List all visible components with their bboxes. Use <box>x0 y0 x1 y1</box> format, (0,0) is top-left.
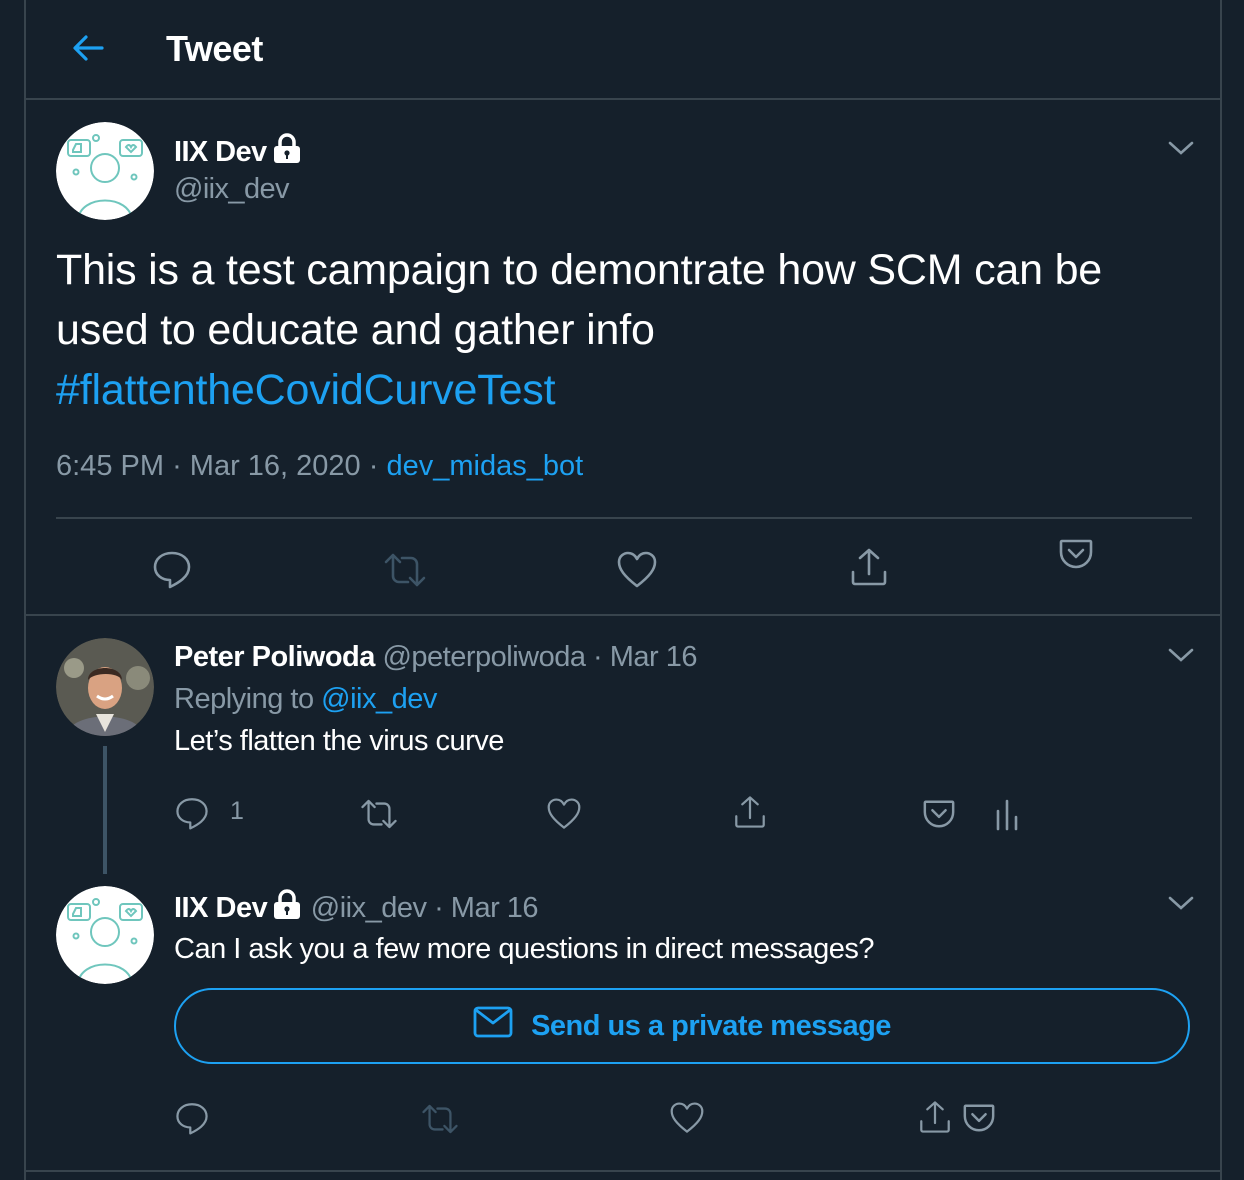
like-icon[interactable] <box>669 1101 705 1140</box>
retweet-icon[interactable] <box>420 1101 460 1142</box>
meta-dot: · <box>434 892 444 924</box>
back-arrow-icon[interactable] <box>68 28 108 68</box>
reply2-text: Can I ask you a few more questions in di… <box>174 933 874 965</box>
meta-dot: · <box>368 450 379 482</box>
author-name[interactable]: IIX Dev <box>174 133 303 171</box>
reply1-date[interactable]: Mar 16 <box>610 641 698 673</box>
reply2-author-handle[interactable]: @iix_dev <box>311 892 427 924</box>
reply1-author-name[interactable]: Peter Poliwoda <box>174 641 375 673</box>
author-name-text[interactable]: IIX Dev <box>174 136 267 168</box>
avatar[interactable] <box>56 638 154 736</box>
tweet-meta: 6:45 PM · Mar 16, 2020 · dev_midas_bot <box>56 450 583 483</box>
send-private-message-label: Send us a private message <box>531 1009 891 1042</box>
page-title: Tweet <box>166 28 263 69</box>
pocket-icon[interactable] <box>1058 536 1094 577</box>
replying-to: Replying to @iix_dev <box>174 683 437 716</box>
lock-icon <box>271 889 303 927</box>
avatar[interactable] <box>56 122 154 220</box>
tweet-source-link[interactable]: dev_midas_bot <box>386 450 583 482</box>
share-icon[interactable] <box>732 794 768 835</box>
tweet-text: This is a test campaign to demontrate ho… <box>56 240 1206 420</box>
reply2-author-name[interactable]: IIX Dev <box>174 892 268 924</box>
reply1-header: Peter Poliwoda @peterpoliwoda · Mar 16 <box>174 641 698 674</box>
share-icon[interactable] <box>917 1099 953 1140</box>
like-icon[interactable] <box>616 550 658 595</box>
reply-icon[interactable] <box>174 1100 210 1141</box>
hashtag-link[interactable]: #flattentheCovidCurveTest <box>56 366 556 414</box>
reply1-text: Let’s flatten the virus curve <box>174 725 504 757</box>
replying-to-link[interactable]: @iix_dev <box>321 683 437 715</box>
analytics-icon[interactable] <box>994 797 1020 836</box>
reply-icon[interactable] <box>151 548 193 595</box>
meta-dot: · <box>172 450 182 482</box>
divider <box>26 614 1220 616</box>
reply-icon[interactable] <box>174 795 210 836</box>
replying-to-label: Replying to <box>174 683 314 715</box>
lock-icon <box>271 133 303 171</box>
tweet-date[interactable]: Mar 16, 2020 <box>190 450 361 482</box>
chevron-down-icon[interactable] <box>1166 645 1196 665</box>
mail-icon <box>473 1006 513 1046</box>
retweet-icon[interactable] <box>382 550 428 595</box>
page-header: Tweet <box>26 0 1220 100</box>
chevron-down-icon[interactable] <box>1166 893 1196 913</box>
pocket-icon[interactable] <box>962 1101 996 1140</box>
chevron-down-icon[interactable] <box>1166 138 1196 158</box>
divider <box>56 517 1192 519</box>
reply2-date[interactable]: Mar 16 <box>451 892 539 924</box>
author-handle[interactable]: @iix_dev <box>174 173 290 206</box>
send-private-message-button[interactable]: Send us a private message <box>174 988 1190 1064</box>
reply1-author-handle[interactable]: @peterpoliwoda <box>382 641 586 673</box>
tweet-time[interactable]: 6:45 PM <box>56 450 164 482</box>
tweet-column: Tweet IIX Dev @iix_dev This is a test ca… <box>24 0 1222 1180</box>
retweet-icon[interactable] <box>359 796 399 837</box>
avatar[interactable] <box>56 886 154 984</box>
divider <box>26 1170 1220 1172</box>
thread-connector <box>103 746 107 874</box>
pocket-icon[interactable] <box>922 797 956 836</box>
like-icon[interactable] <box>546 797 582 836</box>
reply-count: 1 <box>230 797 244 825</box>
reply2-header: IIX Dev @iix_dev · Mar 16 <box>174 889 539 927</box>
meta-dot: · <box>593 641 603 673</box>
share-icon[interactable] <box>848 546 890 593</box>
tweet-body: This is a test campaign to demontrate ho… <box>56 246 1102 354</box>
